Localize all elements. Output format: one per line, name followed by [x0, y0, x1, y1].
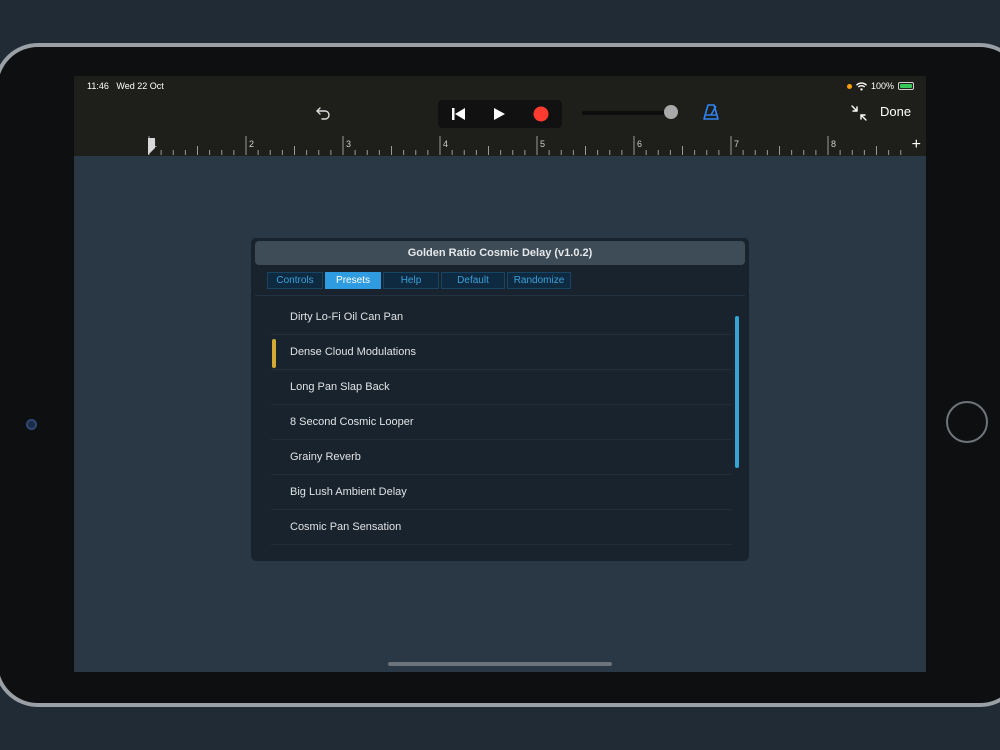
battery-icon: [898, 82, 914, 90]
ruler-bar-number: 3: [346, 139, 352, 149]
status-date: Wed 22 Oct: [116, 81, 164, 91]
preset-label: Grainy Reverb: [290, 451, 361, 463]
preset-label: Dense Cloud Modulations: [290, 346, 416, 358]
plugin-window: Golden Ratio Cosmic Delay (v1.0.2) Contr…: [251, 238, 749, 561]
ruler-ticks: [148, 136, 902, 155]
camera-icon: [26, 419, 37, 430]
preset-item[interactable]: Dirty Lo-Fi Oil Can Pan: [271, 300, 731, 335]
selected-marker: [272, 339, 276, 368]
undo-icon: [316, 107, 330, 120]
preset-label: 8 Second Cosmic Looper: [290, 416, 414, 428]
preset-label: Dirty Lo-Fi Oil Can Pan: [290, 311, 404, 323]
ruler-bar-number: 7: [734, 139, 740, 149]
plugin-title: Golden Ratio Cosmic Delay (v1.0.2): [255, 241, 745, 265]
add-section-button[interactable]: +: [912, 136, 921, 154]
done-button[interactable]: Done: [880, 104, 911, 119]
metronome-icon: [703, 104, 719, 120]
preset-list: Dirty Lo-Fi Oil Can Pan Dense Cloud Modu…: [271, 300, 739, 548]
preset-item[interactable]: Grainy Reverb: [271, 440, 731, 475]
status-time: 11:46 Wed 22 Oct: [87, 81, 164, 91]
record-icon: [533, 106, 549, 122]
record-button[interactable]: [521, 100, 562, 128]
preset-item-selected[interactable]: Dense Cloud Modulations: [271, 335, 731, 370]
transport-controls: [438, 100, 562, 128]
undo-button[interactable]: [312, 102, 334, 124]
home-button[interactable]: [946, 401, 988, 443]
mic-indicator-icon: [846, 83, 852, 89]
tab-controls[interactable]: Controls: [267, 272, 323, 289]
preset-item[interactable]: Cosmic Pan Sensation: [271, 510, 731, 545]
volume-slider-knob[interactable]: [664, 105, 678, 119]
skip-back-button[interactable]: [438, 100, 479, 128]
preset-item[interactable]: 8 Second Cosmic Looper: [271, 405, 731, 440]
battery-percent: 100%: [870, 81, 894, 91]
collapse-icon: [851, 105, 867, 121]
playhead-icon[interactable]: [148, 138, 156, 156]
preset-item[interactable]: Long Pan Slap Back: [271, 370, 731, 405]
status-indicators: 100%: [846, 81, 914, 91]
tab-default[interactable]: Default: [441, 272, 505, 289]
preset-label: Long Pan Slap Back: [290, 381, 390, 393]
tab-help[interactable]: Help: [383, 272, 439, 289]
volume-slider-track[interactable]: [582, 111, 672, 115]
home-indicator[interactable]: [388, 662, 612, 666]
collapse-button[interactable]: [850, 104, 870, 124]
preset-label: Big Lush Ambient Delay: [290, 486, 407, 498]
ruler-bar-number: 4: [443, 139, 449, 149]
play-icon: [494, 108, 506, 120]
play-button[interactable]: [479, 100, 520, 128]
screen: 11:46 Wed 22 Oct 100% Done 2 3 4 5 6 7 8…: [74, 76, 926, 672]
ruler-bar-number: 5: [540, 139, 546, 149]
tab-randomize[interactable]: Randomize: [507, 272, 571, 289]
preset-item[interactable]: Big Lush Ambient Delay: [271, 475, 731, 510]
wifi-icon: [855, 81, 867, 91]
metronome-button[interactable]: [702, 103, 720, 121]
preset-scrollbar[interactable]: [735, 316, 739, 468]
ruler-bar-number: 2: [249, 139, 255, 149]
ruler-bar-number: 8: [831, 139, 837, 149]
preset-label: Cosmic Pan Sensation: [290, 521, 402, 533]
plugin-tabs: Controls Presets Help Default Randomize: [267, 272, 571, 289]
status-clock: 11:46: [87, 81, 109, 91]
ruler-bar-number: 6: [637, 139, 643, 149]
timeline-ruler[interactable]: 1 2 3 4 5 6 7 8 +: [74, 136, 926, 156]
divider: [255, 295, 745, 296]
tab-presets[interactable]: Presets: [325, 272, 381, 289]
skip-back-icon: [451, 108, 465, 120]
top-toolbar: 11:46 Wed 22 Oct 100% Done: [74, 76, 926, 136]
